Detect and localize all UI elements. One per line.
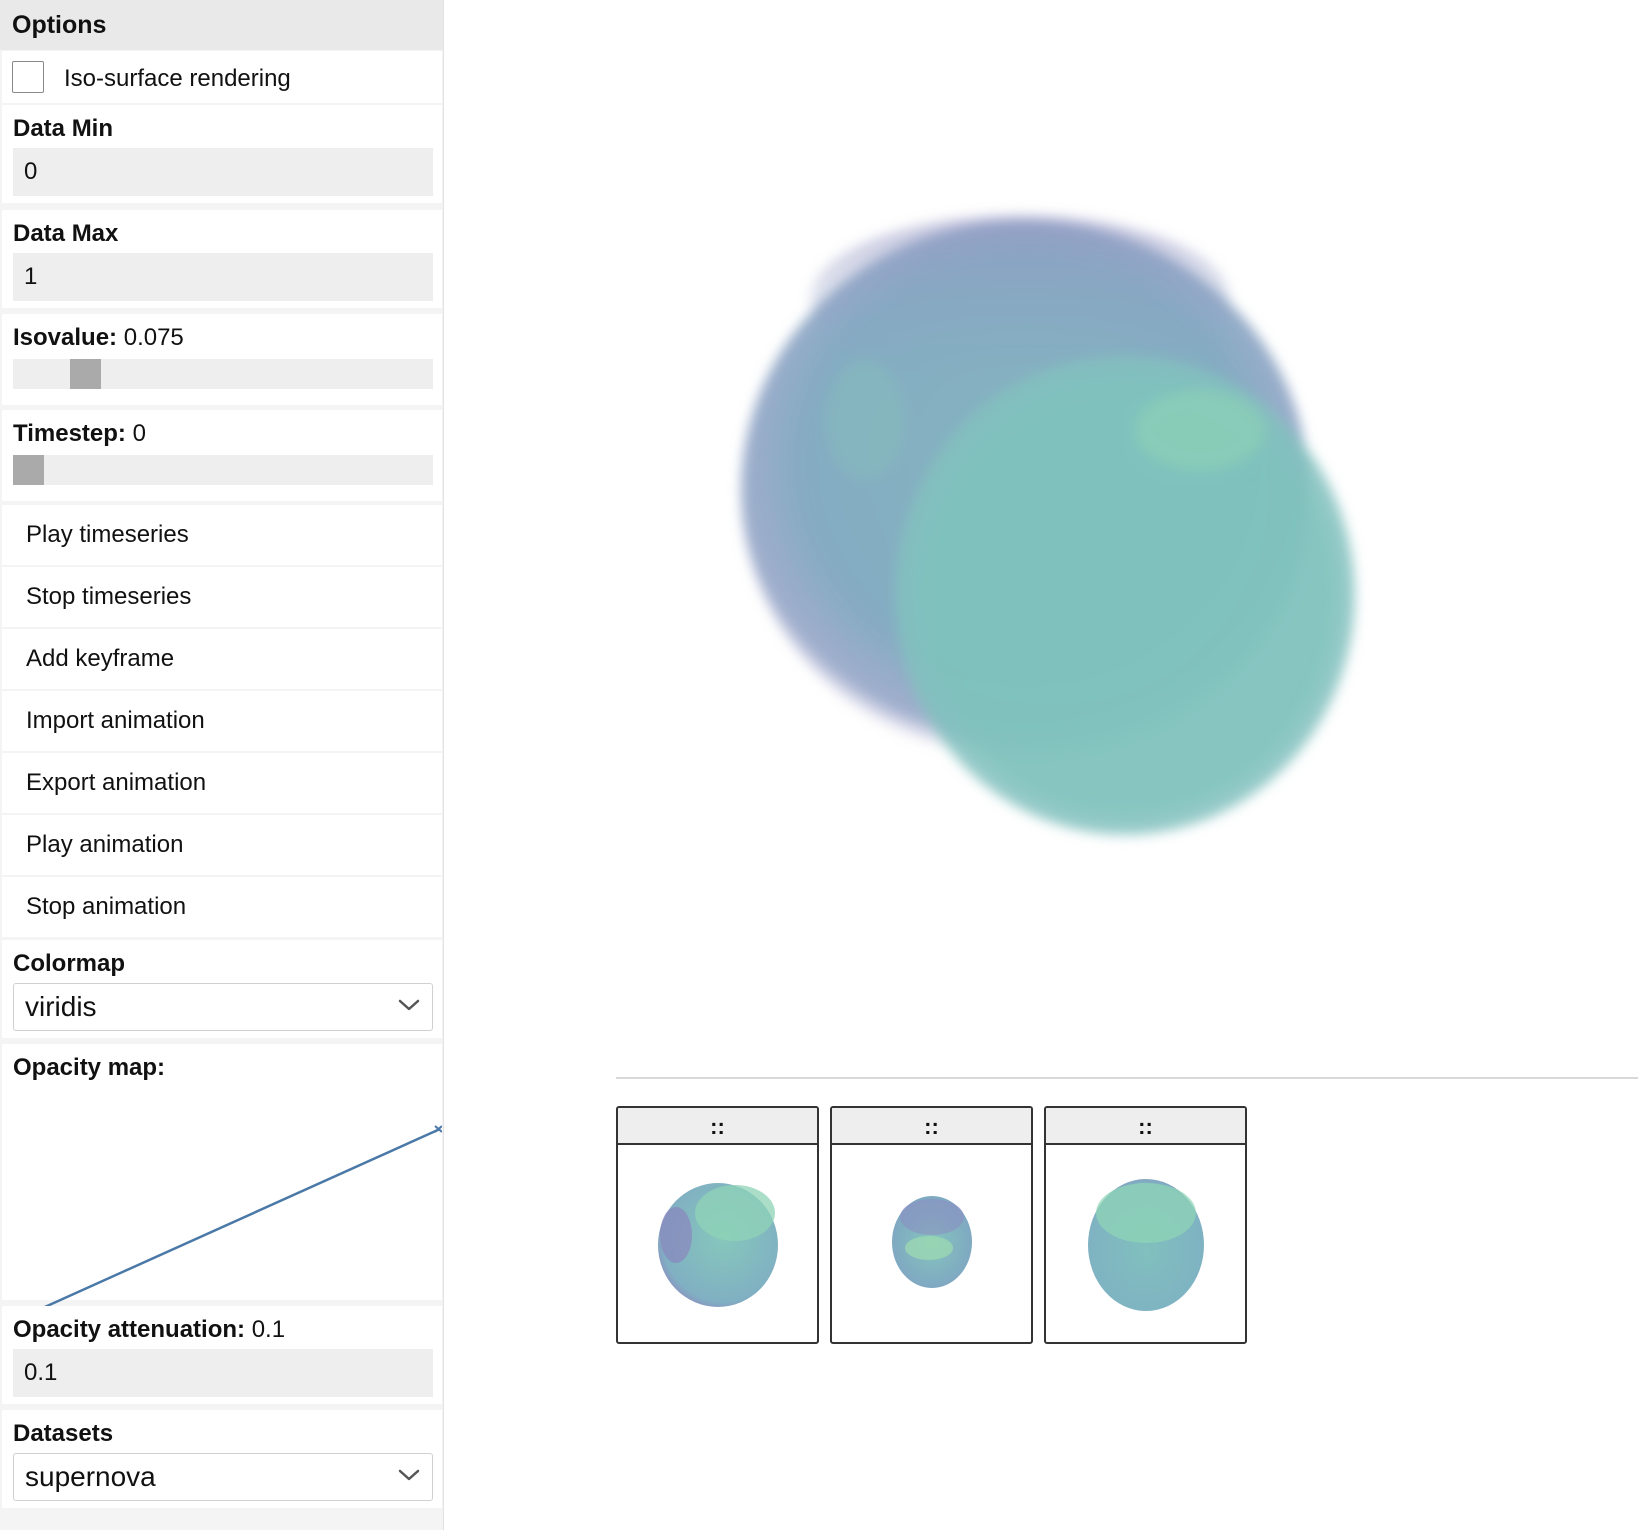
export-animation-button[interactable]: Export animation — [2, 753, 442, 813]
supernova-volume-render — [741, 215, 1355, 835]
keyframe-thumbnail-1[interactable]: :: — [616, 1106, 819, 1344]
keyframe-preview-1 — [658, 1183, 778, 1307]
chevron-down-icon — [398, 999, 420, 1011]
data-min-label: Data Min — [13, 115, 114, 142]
timestep-label: Timestep: — [13, 420, 126, 447]
isovalue-row: Isovalue: 0.075 — [2, 314, 442, 405]
iso-surface-label: Iso-surface rendering — [64, 65, 291, 92]
export-animation-label: Export animation — [26, 769, 207, 796]
timestep-caption: Timestep: 0 — [13, 420, 146, 448]
opacity-map-row: Opacity map: — [2, 1044, 442, 1324]
chevron-down-icon — [398, 1469, 420, 1481]
timestep-slider[interactable] — [13, 455, 433, 485]
stop-animation-button[interactable]: Stop animation — [2, 877, 442, 937]
iso-surface-row: Iso-surface rendering — [2, 51, 442, 103]
colormap-row: Colormap viridis — [2, 940, 442, 1038]
keyframe-preview-3 — [1088, 1179, 1204, 1311]
data-max-row: Data Max 1 — [2, 210, 442, 308]
drag-handle-icon[interactable]: :: — [832, 1108, 1031, 1145]
keyframe-separator — [616, 1077, 1638, 1079]
play-timeseries-button[interactable]: Play timeseries — [2, 505, 442, 565]
colormap-select[interactable]: viridis — [13, 983, 433, 1031]
datasets-row: Datasets supernova — [2, 1410, 442, 1508]
stop-animation-label: Stop animation — [26, 893, 187, 920]
keyframe-thumbnail-3[interactable]: :: — [1044, 1106, 1247, 1344]
data-max-label: Data Max — [13, 220, 119, 247]
isovalue-slider[interactable] — [13, 359, 433, 389]
keyframe-preview-2 — [892, 1196, 972, 1288]
opacity-attenuation-row: Opacity attenuation: 0.1 0.1 — [2, 1306, 442, 1404]
opacity-attenuation-value: 0.1 — [251, 1316, 286, 1343]
import-animation-label: Import animation — [26, 707, 205, 734]
stop-timeseries-button[interactable]: Stop timeseries — [2, 567, 442, 627]
isovalue-label: Isovalue: — [13, 324, 118, 351]
timestep-row: Timestep: 0 — [2, 410, 442, 501]
datasets-label: Datasets — [13, 1420, 114, 1447]
datasets-select[interactable]: supernova — [13, 1453, 433, 1501]
opacity-control-point-end[interactable] — [434, 1125, 442, 1133]
stop-timeseries-label: Stop timeseries — [26, 583, 192, 610]
datasets-selected-value: supernova — [25, 1461, 156, 1492]
opacity-map-line[interactable] — [15, 1127, 441, 1322]
drag-handle-icon[interactable]: :: — [1046, 1108, 1245, 1145]
add-keyframe-label: Add keyframe — [26, 645, 175, 672]
opacity-attenuation-caption: Opacity attenuation: 0.1 — [13, 1316, 285, 1344]
options-panel: Options Iso-surface rendering Data Min 0… — [0, 0, 444, 1530]
import-animation-button[interactable]: Import animation — [2, 691, 442, 751]
isovalue-slider-thumb[interactable] — [70, 359, 102, 389]
colormap-label: Colormap — [13, 950, 126, 977]
colormap-selected-value: viridis — [25, 991, 97, 1022]
options-header: Options — [0, 0, 443, 50]
data-max-input[interactable]: 1 — [13, 253, 433, 301]
play-timeseries-label: Play timeseries — [26, 521, 189, 548]
play-animation-label: Play animation — [26, 831, 184, 858]
play-animation-button[interactable]: Play animation — [2, 815, 442, 875]
isovalue-caption: Isovalue: 0.075 — [13, 324, 184, 352]
add-keyframe-button[interactable]: Add keyframe — [2, 629, 442, 689]
opacity-map-label: Opacity map: — [13, 1054, 166, 1081]
data-min-input[interactable]: 0 — [13, 148, 433, 196]
data-min-row: Data Min 0 — [2, 105, 442, 203]
opacity-attenuation-input[interactable]: 0.1 — [13, 1349, 433, 1397]
drag-handle-icon[interactable]: :: — [618, 1108, 817, 1145]
keyframe-thumbnail-2[interactable]: :: — [830, 1106, 1033, 1344]
volume-render-viewport[interactable] — [445, 0, 1638, 1070]
opacity-map-editor[interactable] — [2, 1084, 442, 1324]
opacity-attenuation-label: Opacity attenuation: — [13, 1316, 246, 1343]
isovalue-value: 0.075 — [123, 324, 184, 351]
timestep-value: 0 — [132, 420, 146, 447]
iso-surface-checkbox[interactable] — [12, 61, 44, 93]
timestep-slider-thumb[interactable] — [13, 455, 44, 485]
